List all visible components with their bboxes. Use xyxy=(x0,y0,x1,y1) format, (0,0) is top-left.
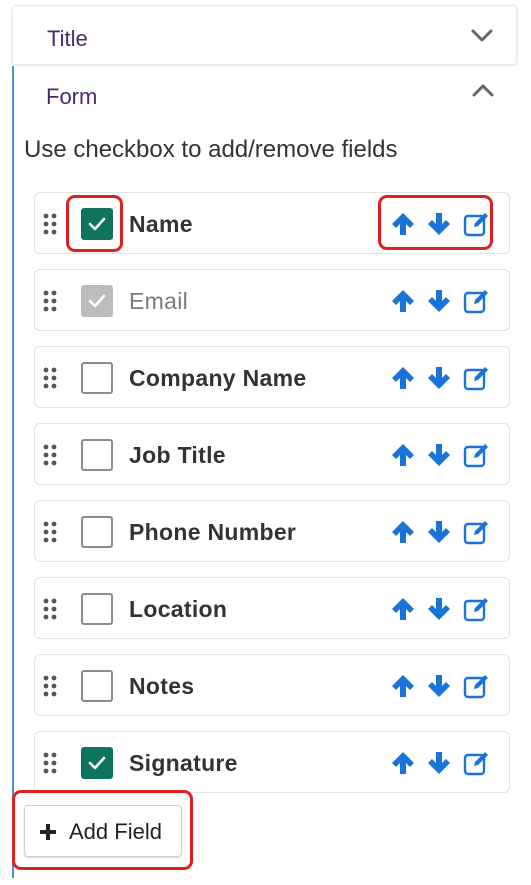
checkmark-icon xyxy=(88,294,106,308)
drag-handle-icon[interactable] xyxy=(43,598,57,620)
field-label: Phone Number xyxy=(129,519,297,545)
field-row[interactable]: Job Title xyxy=(34,423,510,485)
edit-icon[interactable] xyxy=(463,441,491,469)
checkmark-icon xyxy=(88,756,106,770)
arrow-down-icon[interactable] xyxy=(425,441,453,469)
arrow-up-icon[interactable] xyxy=(389,287,417,315)
drag-handle-icon[interactable] xyxy=(43,367,57,389)
field-checkbox[interactable] xyxy=(81,208,113,240)
edit-icon[interactable] xyxy=(463,672,491,700)
arrow-up-icon[interactable] xyxy=(389,672,417,700)
field-label: Job Title xyxy=(129,442,226,468)
field-checkbox xyxy=(81,285,113,317)
form-section-header[interactable]: Form xyxy=(14,66,517,124)
edit-icon[interactable] xyxy=(463,518,491,546)
edit-icon[interactable] xyxy=(463,749,491,777)
field-row[interactable]: Email xyxy=(34,269,510,331)
drag-handle-icon[interactable] xyxy=(43,521,57,543)
drag-handle-icon[interactable] xyxy=(43,213,57,235)
field-actions xyxy=(389,210,497,238)
field-label: Email xyxy=(129,288,189,314)
field-label: Location xyxy=(129,596,228,622)
checkmark-icon xyxy=(88,217,106,231)
add-field-button[interactable]: Add Field xyxy=(24,805,182,857)
add-field-label: Add Field xyxy=(69,819,162,844)
arrow-down-icon[interactable] xyxy=(425,672,453,700)
arrow-up-icon[interactable] xyxy=(389,441,417,469)
edit-icon[interactable] xyxy=(463,210,491,238)
drag-handle-icon[interactable] xyxy=(43,752,57,774)
arrow-down-icon[interactable] xyxy=(425,287,453,315)
field-checkbox[interactable] xyxy=(81,362,113,394)
arrow-up-icon[interactable] xyxy=(389,749,417,777)
arrow-down-icon[interactable] xyxy=(425,518,453,546)
arrow-down-icon[interactable] xyxy=(425,749,453,777)
field-actions xyxy=(389,595,497,623)
field-row[interactable]: Name xyxy=(34,192,510,254)
field-actions xyxy=(389,441,497,469)
arrow-up-icon[interactable] xyxy=(389,364,417,392)
field-row[interactable]: Location xyxy=(34,577,510,639)
field-actions xyxy=(389,672,497,700)
edit-icon[interactable] xyxy=(463,364,491,392)
field-label: Signature xyxy=(129,750,238,776)
field-actions xyxy=(389,287,497,315)
edit-icon[interactable] xyxy=(463,595,491,623)
form-section-label: Form xyxy=(46,84,98,109)
arrow-up-icon[interactable] xyxy=(389,518,417,546)
field-checkbox[interactable] xyxy=(81,670,113,702)
field-checkbox[interactable] xyxy=(81,747,113,779)
drag-handle-icon[interactable] xyxy=(43,675,57,697)
title-section-label: Title xyxy=(47,26,88,51)
field-checkbox[interactable] xyxy=(81,439,113,471)
arrow-down-icon[interactable] xyxy=(425,364,453,392)
edit-icon[interactable] xyxy=(463,287,491,315)
field-checkbox[interactable] xyxy=(81,516,113,548)
arrow-down-icon[interactable] xyxy=(425,595,453,623)
arrow-up-icon[interactable] xyxy=(389,595,417,623)
form-section: Form Use checkbox to add/remove fields N… xyxy=(12,66,517,878)
arrow-down-icon[interactable] xyxy=(425,210,453,238)
field-row[interactable]: Signature xyxy=(34,731,510,793)
chevron-down-icon[interactable] xyxy=(470,28,494,44)
arrow-up-icon[interactable] xyxy=(389,210,417,238)
field-actions xyxy=(389,749,497,777)
drag-handle-icon[interactable] xyxy=(43,290,57,312)
field-label: Name xyxy=(129,211,193,237)
drag-handle-icon[interactable] xyxy=(43,444,57,466)
field-row[interactable]: Notes xyxy=(34,654,510,716)
title-section-header[interactable]: Title xyxy=(12,5,517,65)
plus-icon xyxy=(40,824,56,840)
field-actions xyxy=(389,364,497,392)
field-row[interactable]: Company Name xyxy=(34,346,510,408)
form-hint-text: Use checkbox to add/remove fields xyxy=(24,136,398,163)
chevron-up-icon[interactable] xyxy=(471,82,495,98)
field-actions xyxy=(389,518,497,546)
field-label: Company Name xyxy=(129,365,307,391)
field-row[interactable]: Phone Number xyxy=(34,500,510,562)
field-checkbox[interactable] xyxy=(81,593,113,625)
field-label: Notes xyxy=(129,673,195,699)
